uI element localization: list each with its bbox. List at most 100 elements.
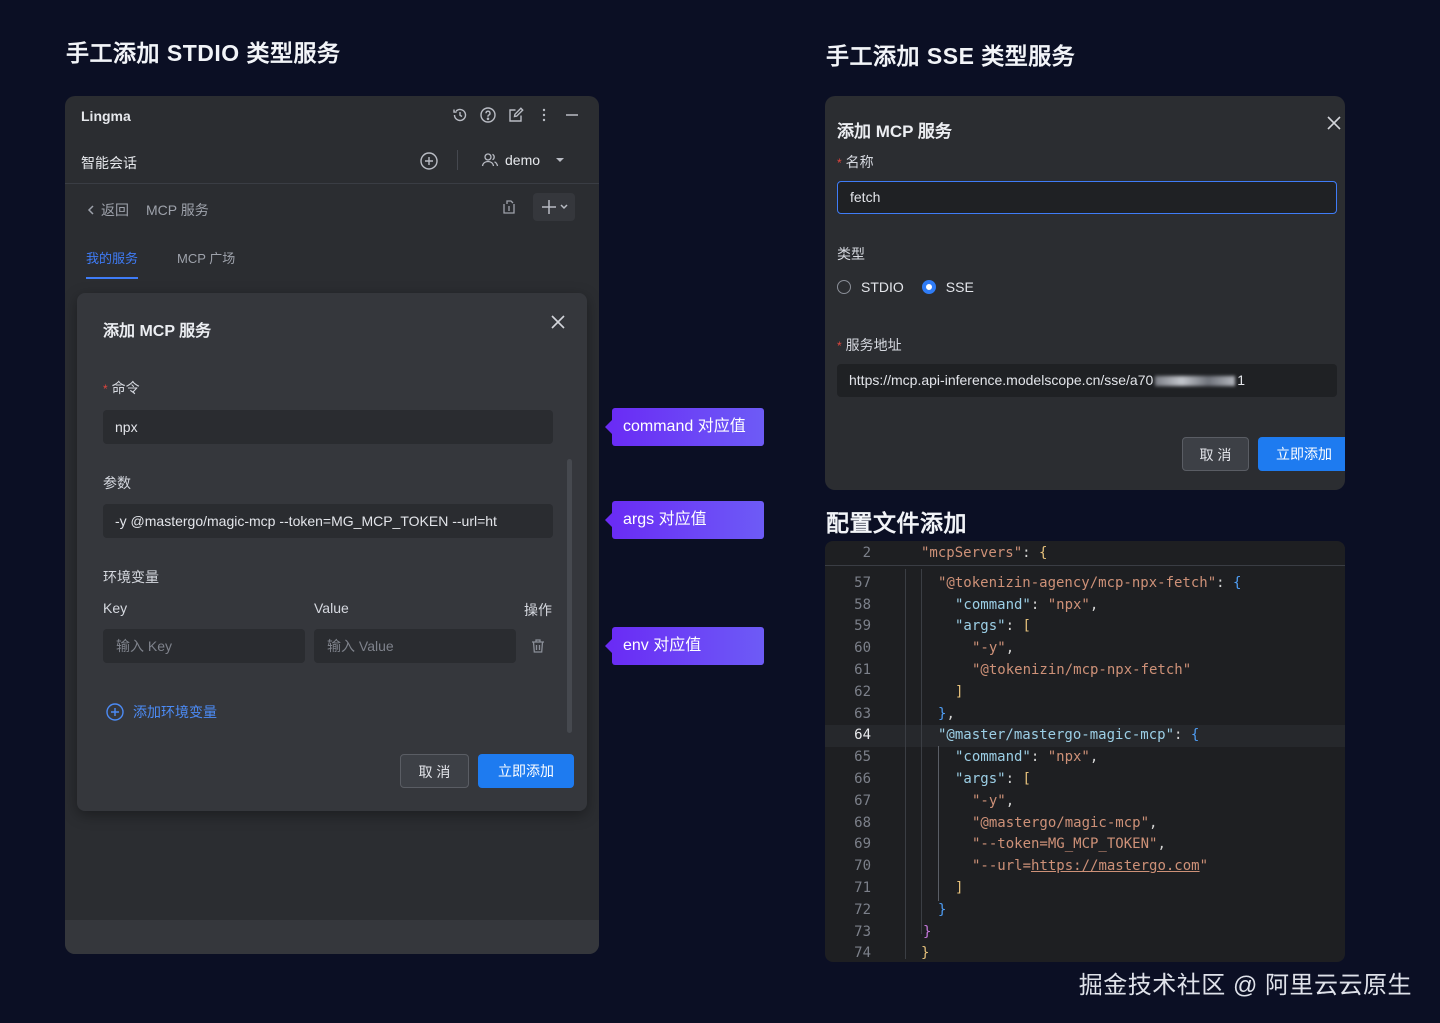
code-line: 72} (825, 900, 1345, 922)
history-icon[interactable] (451, 106, 469, 124)
import-icon[interactable] (500, 198, 518, 216)
code-text: "-y", (972, 640, 1015, 657)
line-number: 65 (854, 749, 871, 766)
value-header: Value (314, 600, 349, 616)
input-area[interactable] (65, 920, 599, 954)
submit-button[interactable]: 立即添加 (1258, 437, 1345, 471)
url-label: * 服务地址 (837, 337, 902, 353)
code-text: } (938, 901, 947, 918)
env-callout: env 对应值 (605, 627, 764, 665)
code-text: "mcpServers": { (921, 545, 1048, 561)
radio-stdio[interactable] (837, 280, 851, 294)
line-number: 66 (854, 771, 871, 787)
trash-icon[interactable] (529, 637, 547, 655)
radio-stdio-label: STDIO (861, 279, 904, 295)
more-icon[interactable] (535, 106, 553, 124)
name-input[interactable]: fetch (837, 181, 1337, 214)
back-label: 返回 (101, 202, 129, 218)
code-text: ] (955, 683, 964, 700)
edit-icon[interactable] (507, 106, 525, 124)
code-line: 58 "command": "npx", (825, 595, 1345, 617)
line-number: 67 (854, 792, 871, 809)
code-line: 73} (825, 922, 1345, 944)
line-number: 63 (854, 705, 871, 722)
code-line: 59 "args": [ (825, 616, 1345, 638)
key-header: Key (103, 600, 128, 616)
code-line: 60 "-y", (825, 638, 1345, 660)
line-number: 57 (854, 574, 871, 591)
tab-mcp-market[interactable]: MCP 广场 (177, 248, 235, 267)
indent-guide (938, 746, 939, 901)
minimize-icon[interactable] (563, 106, 581, 124)
close-icon[interactable] (549, 313, 567, 331)
type-label: 类型 (837, 246, 865, 262)
back-button[interactable]: 返回 (85, 200, 129, 220)
code-text: "-y", (972, 792, 1015, 809)
args-callout: args 对应值 (605, 501, 764, 539)
line-number: 59 (854, 618, 871, 635)
code-line: 64 "@master/mastergo-magic-mcp": { (825, 725, 1345, 748)
line-number: 70 (854, 858, 871, 875)
code-line: 70 "--url=https://mastergo.com" (825, 856, 1345, 878)
radio-sse[interactable] (921, 280, 936, 294)
radio-sse-label: SSE (945, 279, 974, 295)
line-number: 68 (854, 814, 871, 831)
cancel-button[interactable]: 取 消 (400, 754, 469, 788)
page-title: MCP 服务 (146, 202, 209, 218)
redacted-token (1155, 376, 1236, 387)
code-text: "command": "npx", (955, 749, 1099, 766)
add-circle-icon (106, 703, 124, 721)
env-label: 环境变量 (103, 569, 159, 585)
tab-bar: 我的服务 MCP 广场 (65, 236, 599, 280)
add-env-button[interactable]: 添加环境变量 (105, 702, 217, 722)
line-number: 60 (854, 640, 871, 657)
code-line: 65 "command": "npx", (825, 747, 1345, 769)
code-line: 2 "mcpServers": { (825, 543, 1345, 566)
code-line: 57 "@tokenizin-agency/mcp-npx-fetch": { (825, 573, 1345, 595)
close-icon[interactable] (1325, 114, 1343, 132)
code-line: 74} (825, 943, 1345, 962)
code-text: }, (938, 705, 955, 722)
add-menu-button[interactable] (533, 193, 575, 221)
new-chat-icon[interactable] (419, 151, 439, 171)
command-input[interactable]: npx (103, 410, 553, 444)
code-text: "@tokenizin-agency/mcp-npx-fetch": { (938, 574, 1242, 591)
code-text: ] (955, 880, 964, 896)
config-heading: 配置文件添加 (826, 510, 967, 536)
submit-button[interactable]: 立即添加 (478, 754, 574, 788)
tab-my-services[interactable]: 我的服务 (86, 248, 139, 279)
user-switcher[interactable]: demo (481, 151, 566, 169)
cancel-button[interactable]: 取 消 (1182, 437, 1249, 471)
args-input[interactable]: -y @mastergo/magic-mcp --token=MG_MCP_TO… (103, 504, 553, 538)
command-label: * 命令 (103, 380, 140, 396)
code-line: 61 "@tokenizin/mcp-npx-fetch" (825, 660, 1345, 682)
scrollbar[interactable] (567, 459, 572, 733)
code-editor[interactable]: 2 "mcpServers": { 57 "@tokenizin-agency/mcp… (825, 541, 1345, 962)
code-text: "args": [ (955, 771, 1031, 787)
code-line: 66 "args": [ (825, 769, 1345, 791)
url-input[interactable]: https://mcp.api-inference.modelscope.cn/… (837, 364, 1337, 397)
line-number: 62 (854, 683, 871, 700)
env-key-input[interactable]: 输入 Key (103, 629, 305, 663)
sse-dialog: 添加 MCP 服务 * 名称 fetch 类型 STDIO SSE * 服务地址 h… (825, 96, 1345, 490)
action-header: 操作 (524, 602, 552, 618)
code-text: "@tokenizin/mcp-npx-fetch" (972, 662, 1192, 678)
code-text: } (923, 923, 932, 940)
stdio-heading: 手工添加 STDIO 类型服务 (66, 40, 341, 66)
line-number: 69 (854, 836, 871, 853)
indent-guide (921, 569, 922, 934)
chat-bar: 智能会话 demo (65, 138, 599, 182)
divider (457, 150, 458, 170)
breadcrumb: 返回 MCP 服务 (65, 183, 599, 232)
add-mcp-dialog: 添加 MCP 服务 * 命令 npx 参数 -y @mastergo/magic-… (77, 293, 587, 811)
dialog-title: 添加 MCP 服务 (837, 122, 952, 141)
env-value-input[interactable]: 输入 Value (314, 629, 516, 663)
code-text: "command": "npx", (955, 596, 1099, 613)
line-number: 73 (854, 923, 871, 940)
help-icon[interactable] (479, 106, 497, 124)
type-radio-group: STDIO SSE (837, 279, 974, 295)
code-text: "--token=MG_MCP_TOKEN", (972, 836, 1166, 853)
line-number: 64 (854, 727, 871, 744)
watermark: 掘金技术社区 @ 阿里云云原生 (1078, 972, 1412, 999)
name-label: * 名称 (837, 154, 874, 170)
